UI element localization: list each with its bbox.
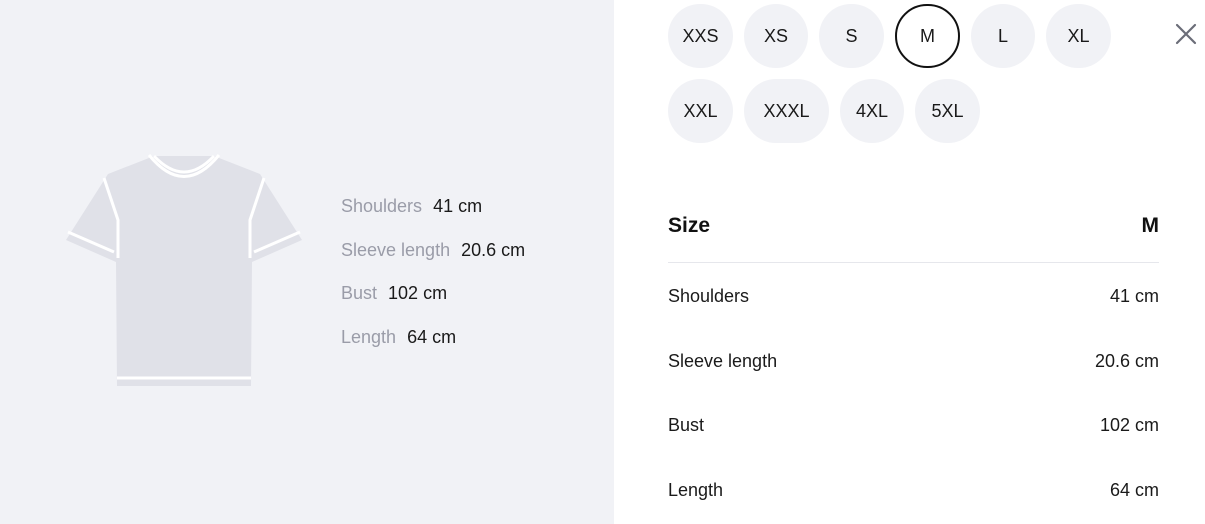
garment-preview-panel: Shoulders 41 cm Sleeve length 20.6 cm Bu…: [0, 0, 614, 524]
measurement-shoulders: Shoulders 41 cm: [341, 194, 525, 238]
table-row-length: Length 64 cm: [668, 478, 1159, 502]
measurement-bust: Bust 102 cm: [341, 281, 525, 325]
measurement-value: 41 cm: [433, 196, 483, 216]
tshirt-icon: [66, 154, 302, 386]
table-row-label: Sleeve length: [668, 351, 778, 371]
size-option-xl[interactable]: XL: [1046, 4, 1111, 68]
measurement-value: 102 cm: [388, 283, 448, 303]
size-option-xs[interactable]: XS: [744, 4, 808, 68]
measurement-sleeve-length: Sleeve length 20.6 cm: [341, 238, 525, 282]
size-option-xxs[interactable]: XXS: [668, 4, 733, 68]
close-icon: [1175, 23, 1197, 45]
close-button[interactable]: [1174, 22, 1198, 46]
table-row-shoulders: Shoulders 41 cm: [668, 284, 1159, 308]
size-option-4xl[interactable]: 4XL: [840, 79, 904, 143]
table-row-value: 20.6 cm: [1094, 351, 1159, 371]
size-option-xxxl[interactable]: XXXL: [744, 79, 829, 143]
size-header-label: Size: [668, 214, 711, 237]
table-row-label: Bust: [668, 415, 705, 435]
table-row-value: 64 cm: [1109, 480, 1159, 500]
table-row-label: Length: [668, 480, 724, 500]
measurement-label: Sleeve length: [341, 239, 451, 260]
table-row-value: 41 cm: [1109, 286, 1159, 306]
table-divider: [668, 262, 1159, 263]
measurement-value: 64 cm: [407, 326, 457, 347]
size-table-header: Size M: [668, 212, 1159, 240]
measurement-label: Shoulders: [341, 196, 423, 216]
table-row-sleeve-length: Sleeve length 20.6 cm: [668, 349, 1159, 373]
measurement-value: 20.6 cm: [461, 239, 526, 260]
measurement-label: Bust: [341, 283, 378, 303]
table-row-bust: Bust 102 cm: [668, 413, 1159, 437]
measurement-length: Length 64 cm: [341, 325, 525, 369]
size-header-value: M: [1141, 214, 1160, 237]
size-option-s[interactable]: S: [819, 4, 884, 68]
measurement-label: Length: [341, 326, 397, 347]
table-row-label: Shoulders: [668, 286, 750, 306]
size-option-xxl[interactable]: XXL: [668, 79, 733, 143]
size-option-l[interactable]: L: [971, 4, 1035, 68]
size-option-5xl[interactable]: 5XL: [915, 79, 980, 143]
table-row-value: 102 cm: [1099, 415, 1159, 435]
garment-measurements: Shoulders 41 cm Sleeve length 20.6 cm Bu…: [341, 194, 525, 368]
size-option-m[interactable]: M: [895, 4, 960, 68]
